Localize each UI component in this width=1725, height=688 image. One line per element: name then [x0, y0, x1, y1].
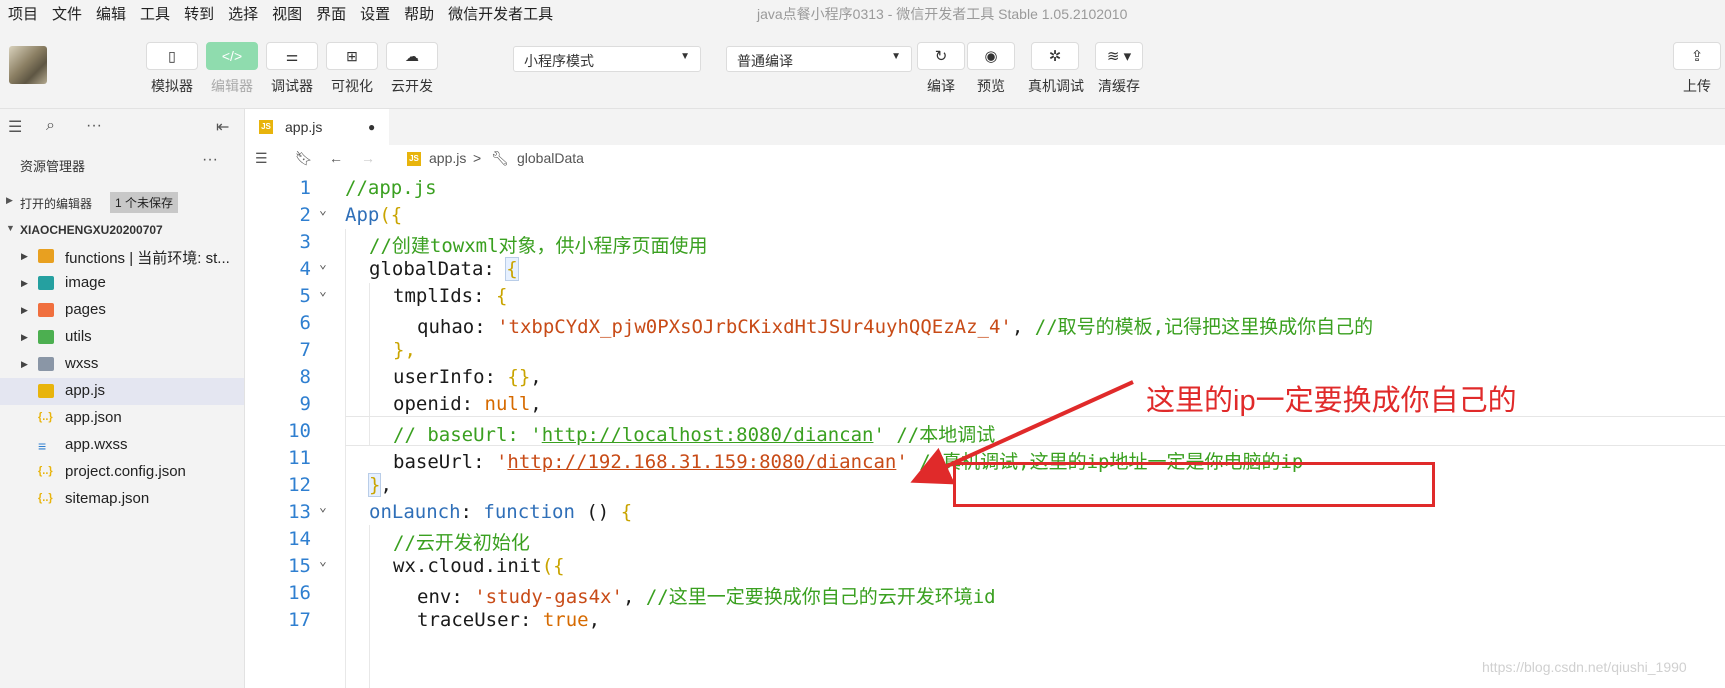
- annotation-highlight-box: [953, 462, 1435, 507]
- watermark: https://blog.csdn.net/qiushi_1990: [1482, 659, 1687, 675]
- annotation-callout: 这里的ip一定要换成你自己的: [1146, 385, 1517, 417]
- annotation-arrow: [910, 380, 1134, 485]
